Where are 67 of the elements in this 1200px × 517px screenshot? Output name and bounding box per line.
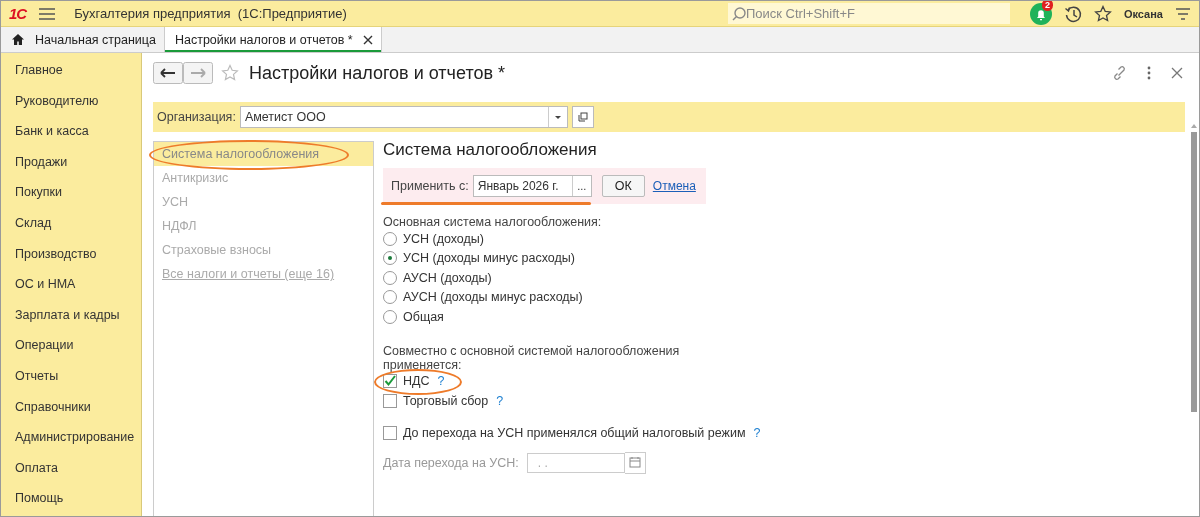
sidebar-item[interactable]: Главное (1, 55, 141, 86)
menu-icon[interactable] (38, 6, 57, 21)
close-icon[interactable] (362, 34, 373, 45)
sidebar-item[interactable]: Производство (1, 238, 141, 270)
checkbox[interactable] (383, 426, 397, 441)
section-title: Система налогообложения (383, 139, 598, 161)
option-label: УСН (доходы) (403, 231, 484, 246)
cancel-link[interactable]: Отмена (652, 179, 696, 193)
field-label: Применить с: (391, 179, 469, 193)
history-icon[interactable] (1063, 4, 1082, 23)
checkbox[interactable] (383, 374, 397, 389)
radio-button[interactable] (383, 270, 397, 285)
sidebar-item[interactable]: Руководителю (1, 85, 141, 117)
radio-button[interactable] (383, 251, 397, 266)
scrollbar[interactable] (1191, 122, 1197, 412)
sidebar-item[interactable]: Оплата (1, 452, 141, 484)
sidebar-item[interactable]: Операции (1, 330, 141, 361)
date-field[interactable]: . . (526, 453, 625, 473)
star-icon[interactable] (221, 64, 239, 82)
option-label: Общая (403, 309, 444, 324)
app-logo: 1С (9, 5, 27, 22)
sidebar-item[interactable]: Зарплата и кадры (1, 299, 141, 331)
field-label: Организация: (157, 110, 236, 124)
radio-button[interactable] (383, 290, 397, 305)
option-label: АУСН (доходы) (403, 270, 492, 285)
app-title: Бухгалтерия предприятия (1С:Предприятие) (74, 6, 347, 21)
tab[interactable]: Настройки налогов и отчетов * (164, 27, 382, 52)
radio-button[interactable] (383, 309, 397, 324)
group-label: Совместно с основной системой налогообложения применяется: (383, 343, 681, 372)
help-link[interactable]: ? (753, 426, 761, 441)
option-label: УСН (доходы минус расходы) (403, 251, 575, 266)
back-button[interactable] (153, 62, 183, 84)
sidebar-item[interactable]: Продажи (1, 146, 141, 178)
form-title: Настройки налогов и отчетов * (249, 62, 505, 84)
field-label: Дата перехода на УСН: (383, 456, 519, 470)
option-label: Торговый сбор (403, 393, 489, 408)
sidebar-item[interactable]: Справочники (1, 391, 141, 423)
check-icon (384, 375, 396, 388)
sidebar-item[interactable]: Склад (1, 207, 141, 239)
star-icon[interactable] (1093, 4, 1112, 23)
sidebar-item[interactable]: ОС и НМА (1, 269, 141, 300)
search-icon (731, 7, 746, 21)
sidebar-item[interactable]: Администрирование (1, 422, 141, 453)
open-icon[interactable] (571, 106, 594, 128)
user-name[interactable]: Оксана (1123, 7, 1163, 20)
group-label: Основная система налогообложения: (383, 215, 603, 229)
search-field[interactable]: Поиск Ctrl+Shift+F (727, 3, 1010, 24)
organization-field[interactable]: Аметист ООО (239, 106, 568, 128)
sidebar-item[interactable]: Помощь (1, 483, 141, 514)
more-icon[interactable] (1147, 66, 1151, 80)
calendar-icon[interactable] (624, 452, 646, 474)
link-icon[interactable] (1111, 65, 1127, 81)
help-link[interactable]: ? (496, 393, 504, 408)
menu-icon[interactable] (1175, 5, 1191, 22)
home-icon (11, 33, 25, 46)
sidebar-item[interactable]: Отчеты (1, 360, 141, 392)
ok-button[interactable]: ОК (601, 175, 645, 197)
radio-button[interactable] (383, 231, 397, 246)
sidebar-item[interactable]: Банк и касса (1, 116, 141, 147)
notification-badge: 2 (1041, 1, 1053, 11)
option-label: До перехода на УСН применялся общий налоговый режим (403, 426, 746, 441)
help-link[interactable]: ? (437, 374, 445, 389)
sidebar-item[interactable]: Покупки (1, 177, 141, 208)
picker-button[interactable]: ... (571, 176, 591, 196)
checkbox[interactable] (383, 393, 397, 408)
option-label: НДС (403, 374, 430, 389)
option-label: АУСН (доходы минус расходы) (403, 290, 583, 305)
